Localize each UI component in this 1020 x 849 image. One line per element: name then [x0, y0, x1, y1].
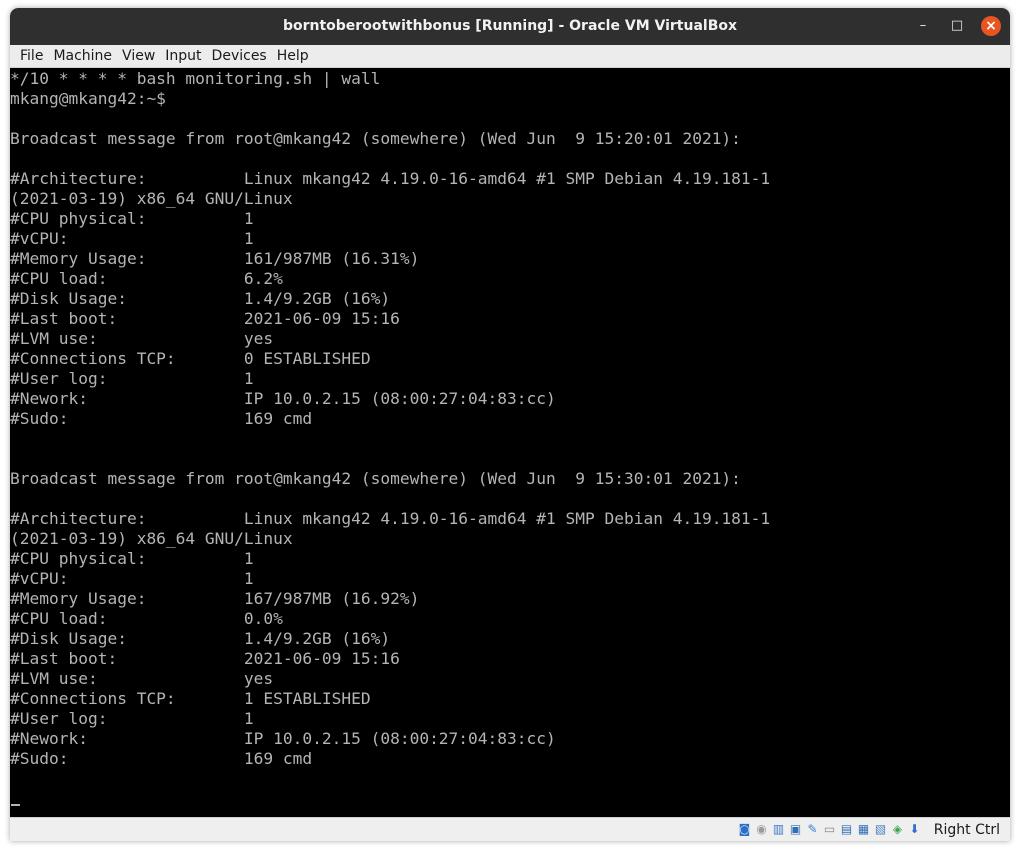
- terminal-line: Broadcast message from root@mkang42 (som…: [10, 129, 741, 148]
- usb-icon[interactable]: ✎: [805, 822, 820, 837]
- terminal-line: #vCPU: 1: [10, 229, 254, 248]
- host-key-label[interactable]: Right Ctrl: [934, 818, 1000, 841]
- menu-view[interactable]: View: [117, 45, 160, 67]
- terminal-line: #CPU load: 6.2%: [10, 269, 283, 288]
- terminal-line: #Last boot: 2021-06-09 15:16: [10, 309, 400, 328]
- terminal-line: Broadcast message from root@mkang42 (som…: [10, 469, 741, 488]
- cpu-icon[interactable]: ▧: [873, 822, 888, 837]
- menu-help[interactable]: Help: [272, 45, 314, 67]
- title-bar[interactable]: borntoberootwithbonus [Running] - Oracle…: [10, 8, 1010, 45]
- audio-icon[interactable]: ▥: [771, 822, 786, 837]
- terminal-line: (2021-03-19) x86_64 GNU/Linux: [10, 529, 293, 548]
- terminal-line: #Architecture: Linux mkang42 4.19.0-16-a…: [10, 509, 771, 528]
- terminal-line: #Nework: IP 10.0.2.15 (08:00:27:04:83:cc…: [10, 729, 556, 748]
- terminal-line: #Connections TCP: 1 ESTABLISHED: [10, 689, 371, 708]
- terminal-line: */10 * * * * bash monitoring.sh | wall: [10, 69, 381, 88]
- shared-folders-icon[interactable]: ▭: [822, 822, 837, 837]
- menu-machine[interactable]: Machine: [48, 45, 117, 67]
- terminal-line: #User log: 1: [10, 709, 254, 728]
- window-title: borntoberootwithbonus [Running] - Oracle…: [282, 18, 738, 34]
- terminal-line: #Architecture: Linux mkang42 4.19.0-16-a…: [10, 169, 771, 188]
- status-bar: ◙ ◉ ▥ ▣ ✎ ▭ ▤ ▦ ▧ ◈ ⬇ Right Ctrl: [10, 817, 1010, 841]
- device-status-icons: ◙ ◉ ▥ ▣ ✎ ▭ ▤ ▦ ▧ ◈ ⬇: [735, 822, 922, 838]
- terminal-cursor: [11, 804, 20, 806]
- terminal-line: mkang@mkang42:~$: [10, 89, 166, 108]
- terminal-line: #Last boot: 2021-06-09 15:16: [10, 649, 400, 668]
- terminal-line: #Sudo: 169 cmd: [10, 409, 313, 428]
- terminal-line: #LVM use: yes: [10, 669, 274, 688]
- terminal-line: #CPU physical: 1: [10, 209, 254, 228]
- terminal-line: #Disk Usage: 1.4/9.2GB (16%): [10, 289, 391, 308]
- virtualbox-window: borntoberootwithbonus [Running] - Oracle…: [10, 8, 1010, 841]
- guest-additions-icon[interactable]: ◈: [890, 822, 905, 837]
- menu-input[interactable]: Input: [160, 45, 206, 67]
- terminal-line: #Sudo: 169 cmd: [10, 749, 313, 768]
- terminal-line: #Connections TCP: 0 ESTABLISHED: [10, 349, 371, 368]
- terminal-line: (2021-03-19) x86_64 GNU/Linux: [10, 189, 293, 208]
- display-icon[interactable]: ▤: [839, 822, 854, 837]
- terminal-line: #vCPU: 1: [10, 569, 254, 588]
- terminal-line: #Memory Usage: 161/987MB (16.31%): [10, 249, 420, 268]
- terminal-line: #Nework: IP 10.0.2.15 (08:00:27:04:83:cc…: [10, 389, 556, 408]
- terminal-line: #Disk Usage: 1.4/9.2GB (16%): [10, 629, 391, 648]
- close-button[interactable]: ×: [981, 16, 1001, 36]
- optical-drive-icon[interactable]: ◉: [754, 822, 769, 837]
- minimize-button[interactable]: –: [913, 16, 933, 36]
- terminal-output: */10 * * * * bash monitoring.sh | wall mk…: [10, 69, 770, 769]
- network-icon[interactable]: ▣: [788, 822, 803, 837]
- maximize-button[interactable]: □: [947, 16, 967, 36]
- terminal-line: #CPU load: 0.0%: [10, 609, 283, 628]
- vm-screen[interactable]: */10 * * * * bash monitoring.sh | wall mk…: [10, 68, 1010, 817]
- hard-disk-icon[interactable]: ◙: [737, 822, 752, 837]
- menu-bar: File Machine View Input Devices Help: [10, 45, 1010, 68]
- menu-file[interactable]: File: [15, 45, 48, 67]
- mouse-integration-icon[interactable]: ⬇: [907, 822, 922, 837]
- video-capture-icon[interactable]: ▦: [856, 822, 871, 837]
- terminal-line: #User log: 1: [10, 369, 254, 388]
- menu-devices[interactable]: Devices: [207, 45, 272, 67]
- terminal-line: #LVM use: yes: [10, 329, 274, 348]
- terminal-line: #Memory Usage: 167/987MB (16.92%): [10, 589, 420, 608]
- terminal-line: #CPU physical: 1: [10, 549, 254, 568]
